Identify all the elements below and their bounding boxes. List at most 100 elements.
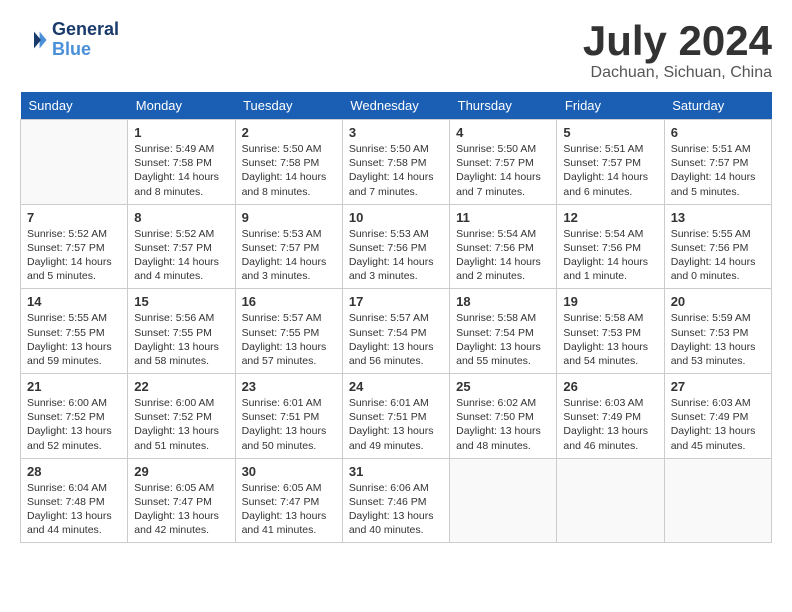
logo: General Blue: [20, 20, 119, 60]
day-number: 8: [134, 210, 228, 225]
calendar-table: SundayMondayTuesdayWednesdayThursdayFrid…: [20, 92, 772, 543]
day-number: 27: [671, 379, 765, 394]
calendar-cell: [664, 458, 771, 543]
cell-content: Sunrise: 6:00 AM Sunset: 7:52 PM Dayligh…: [27, 396, 121, 453]
day-number: 21: [27, 379, 121, 394]
calendar-cell: 12 Sunrise: 5:54 AM Sunset: 7:56 PM Dayli…: [557, 204, 664, 289]
day-number: 16: [242, 294, 336, 309]
calendar-cell: 8 Sunrise: 5:52 AM Sunset: 7:57 PM Daylig…: [128, 204, 235, 289]
day-number: 18: [456, 294, 550, 309]
cell-content: Sunrise: 6:05 AM Sunset: 7:47 PM Dayligh…: [134, 481, 228, 538]
day-number: 14: [27, 294, 121, 309]
month-title: July 2024: [583, 20, 772, 62]
weekday-header: Friday: [557, 92, 664, 120]
cell-content: Sunrise: 6:01 AM Sunset: 7:51 PM Dayligh…: [242, 396, 336, 453]
cell-content: Sunrise: 5:57 AM Sunset: 7:55 PM Dayligh…: [242, 311, 336, 368]
calendar-cell: 18 Sunrise: 5:58 AM Sunset: 7:54 PM Dayli…: [450, 289, 557, 374]
day-number: 6: [671, 125, 765, 140]
calendar-cell: 7Sunrise: 5:52 AM Sunset: 7:57 PM Daylig…: [21, 204, 128, 289]
cell-content: Sunrise: 5:55 AM Sunset: 7:56 PM Dayligh…: [671, 227, 765, 284]
logo-text: General Blue: [52, 20, 119, 60]
calendar-cell: 14 Sunrise: 5:55 AM Sunset: 7:55 PM Dayli…: [21, 289, 128, 374]
calendar-cell: 26 Sunrise: 6:03 AM Sunset: 7:49 PM Dayli…: [557, 374, 664, 459]
day-number: 20: [671, 294, 765, 309]
cell-content: Sunrise: 6:01 AM Sunset: 7:51 PM Dayligh…: [349, 396, 443, 453]
weekday-header: Monday: [128, 92, 235, 120]
calendar-week-row: 7 Sunrise: 5:52 AM Sunset: 7:57 PM Daylig…: [21, 204, 772, 289]
calendar-cell: 19Sunrise: 5:58 AM Sunset: 7:53 PM Dayli…: [557, 289, 664, 374]
weekday-header: Wednesday: [342, 92, 449, 120]
cell-content: Sunrise: 5:50 AM Sunset: 7:57 PM Dayligh…: [456, 142, 550, 199]
weekday-header-row: SundayMondayTuesdayWednesdayThursdayFrid…: [21, 92, 772, 120]
day-number: 10: [349, 210, 443, 225]
page-header: General Blue July 2024 Dachuan, Sichuan,…: [20, 20, 772, 82]
cell-content: Sunrise: 5:54 AM Sunset: 7:56 PM Dayligh…: [563, 227, 657, 284]
day-number: 30: [242, 464, 336, 479]
day-number: 9: [242, 210, 336, 225]
cell-content: Sunrise: 5:58 AM Sunset: 7:53 PM Dayligh…: [563, 311, 657, 368]
calendar-cell: 2 Sunrise: 5:50 AM Sunset: 7:58 PM Daylig…: [235, 120, 342, 205]
cell-content: Sunrise: 5:52 AM Sunset: 7:57 PM Dayligh…: [134, 227, 228, 284]
weekday-header: Tuesday: [235, 92, 342, 120]
weekday-header: Saturday: [664, 92, 771, 120]
calendar-week-row: 28Sunrise: 6:04 AM Sunset: 7:48 PM Dayli…: [21, 458, 772, 543]
calendar-cell: 1 Sunrise: 5:49 AM Sunset: 7:58 PM Daylig…: [128, 120, 235, 205]
day-number: 17: [349, 294, 443, 309]
cell-content: Sunrise: 5:59 AM Sunset: 7:53 PM Dayligh…: [671, 311, 765, 368]
day-number: 15: [134, 294, 228, 309]
weekday-header: Thursday: [450, 92, 557, 120]
calendar-cell: 27 Sunrise: 6:03 AM Sunset: 7:49 PM Dayli…: [664, 374, 771, 459]
calendar-cell: 15Sunrise: 5:56 AM Sunset: 7:55 PM Dayli…: [128, 289, 235, 374]
cell-content: Sunrise: 5:58 AM Sunset: 7:54 PM Dayligh…: [456, 311, 550, 368]
day-number: 26: [563, 379, 657, 394]
day-number: 7: [27, 210, 121, 225]
cell-content: Sunrise: 5:53 AM Sunset: 7:56 PM Dayligh…: [349, 227, 443, 284]
calendar-cell: [21, 120, 128, 205]
day-number: 23: [242, 379, 336, 394]
cell-content: Sunrise: 6:04 AM Sunset: 7:48 PM Dayligh…: [27, 481, 121, 538]
cell-content: Sunrise: 6:06 AM Sunset: 7:46 PM Dayligh…: [349, 481, 443, 538]
cell-content: Sunrise: 5:55 AM Sunset: 7:55 PM Dayligh…: [27, 311, 121, 368]
title-block: July 2024 Dachuan, Sichuan, China: [583, 20, 772, 82]
cell-content: Sunrise: 5:54 AM Sunset: 7:56 PM Dayligh…: [456, 227, 550, 284]
cell-content: Sunrise: 5:51 AM Sunset: 7:57 PM Dayligh…: [563, 142, 657, 199]
cell-content: Sunrise: 5:49 AM Sunset: 7:58 PM Dayligh…: [134, 142, 228, 199]
calendar-cell: 24 Sunrise: 6:01 AM Sunset: 7:51 PM Dayli…: [342, 374, 449, 459]
day-number: 2: [242, 125, 336, 140]
cell-content: Sunrise: 5:50 AM Sunset: 7:58 PM Dayligh…: [242, 142, 336, 199]
calendar-week-row: 14 Sunrise: 5:55 AM Sunset: 7:55 PM Dayli…: [21, 289, 772, 374]
calendar-cell: 4Sunrise: 5:50 AM Sunset: 7:57 PM Daylig…: [450, 120, 557, 205]
day-number: 3: [349, 125, 443, 140]
calendar-cell: 5 Sunrise: 5:51 AM Sunset: 7:57 PM Daylig…: [557, 120, 664, 205]
logo-icon: [20, 26, 48, 54]
day-number: 1: [134, 125, 228, 140]
calendar-cell: 9Sunrise: 5:53 AM Sunset: 7:57 PM Daylig…: [235, 204, 342, 289]
cell-content: Sunrise: 6:03 AM Sunset: 7:49 PM Dayligh…: [671, 396, 765, 453]
day-number: 22: [134, 379, 228, 394]
calendar-cell: 6 Sunrise: 5:51 AM Sunset: 7:57 PM Daylig…: [664, 120, 771, 205]
day-number: 5: [563, 125, 657, 140]
day-number: 25: [456, 379, 550, 394]
cell-content: Sunrise: 5:51 AM Sunset: 7:57 PM Dayligh…: [671, 142, 765, 199]
weekday-header: Sunday: [21, 92, 128, 120]
calendar-cell: 11Sunrise: 5:54 AM Sunset: 7:56 PM Dayli…: [450, 204, 557, 289]
cell-content: Sunrise: 6:03 AM Sunset: 7:49 PM Dayligh…: [563, 396, 657, 453]
day-number: 29: [134, 464, 228, 479]
calendar-cell: 30 Sunrise: 6:05 AM Sunset: 7:47 PM Dayli…: [235, 458, 342, 543]
calendar-cell: 17 Sunrise: 5:57 AM Sunset: 7:54 PM Dayli…: [342, 289, 449, 374]
day-number: 24: [349, 379, 443, 394]
day-number: 12: [563, 210, 657, 225]
cell-content: Sunrise: 6:00 AM Sunset: 7:52 PM Dayligh…: [134, 396, 228, 453]
calendar-cell: 23 Sunrise: 6:01 AM Sunset: 7:51 PM Dayli…: [235, 374, 342, 459]
calendar-cell: 28Sunrise: 6:04 AM Sunset: 7:48 PM Dayli…: [21, 458, 128, 543]
calendar-cell: 13Sunrise: 5:55 AM Sunset: 7:56 PM Dayli…: [664, 204, 771, 289]
cell-content: Sunrise: 5:57 AM Sunset: 7:54 PM Dayligh…: [349, 311, 443, 368]
calendar-cell: 16 Sunrise: 5:57 AM Sunset: 7:55 PM Dayli…: [235, 289, 342, 374]
calendar-cell: [450, 458, 557, 543]
cell-content: Sunrise: 6:05 AM Sunset: 7:47 PM Dayligh…: [242, 481, 336, 538]
calendar-cell: 21 Sunrise: 6:00 AM Sunset: 7:52 PM Dayli…: [21, 374, 128, 459]
cell-content: Sunrise: 5:50 AM Sunset: 7:58 PM Dayligh…: [349, 142, 443, 199]
calendar-week-row: 21 Sunrise: 6:00 AM Sunset: 7:52 PM Dayli…: [21, 374, 772, 459]
cell-content: Sunrise: 6:02 AM Sunset: 7:50 PM Dayligh…: [456, 396, 550, 453]
calendar-cell: [557, 458, 664, 543]
